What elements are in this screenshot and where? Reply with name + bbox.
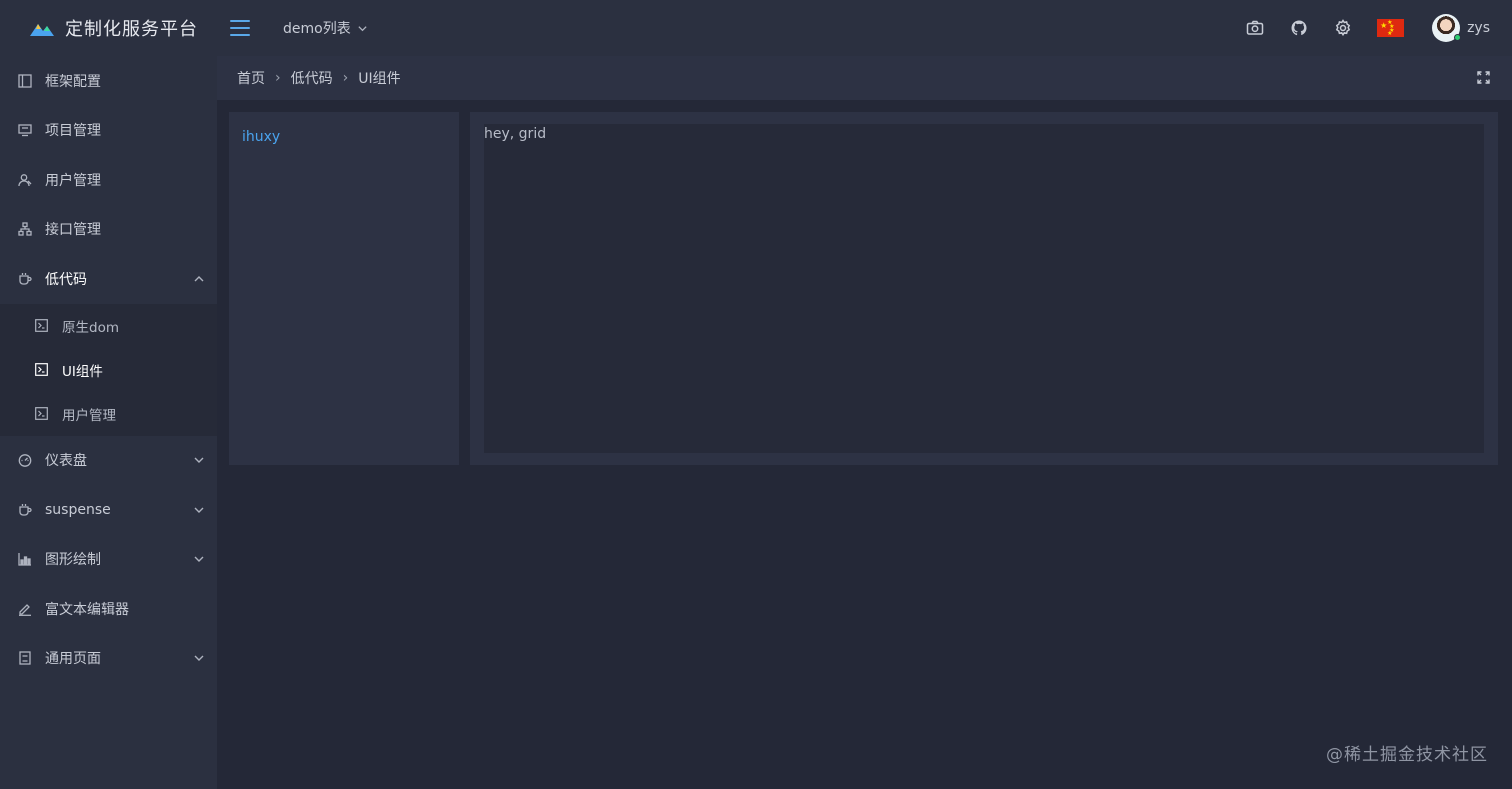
breadcrumb-separator: › [342,70,349,86]
header-actions: ★ ★ ★ ★ ★ zys [1221,0,1490,56]
sidebar-item-graphics[interactable]: 图形绘制 [0,535,217,585]
avatar[interactable] [1432,14,1462,42]
breadcrumb-item-home[interactable]: 首页 [237,68,265,88]
sidebar-item-common-pages[interactable]: 通用页面 [0,634,217,684]
github-icon[interactable] [1289,18,1309,38]
cup-icon [18,272,32,286]
fullscreen-icon[interactable] [1477,71,1490,84]
sidebar-subitem-native-dom[interactable]: 原生dom [0,304,217,348]
sidebar-subitem-label: UI组件 [62,363,103,380]
sidebar-item-label: suspense [45,501,111,518]
sidebar-item-dashboard[interactable]: 仪表盘 [0,436,217,486]
layout-icon [18,74,32,88]
chevron-up-icon [193,273,205,285]
sidebar-item-label: 通用页面 [45,651,101,668]
china-flag-icon[interactable]: ★ ★ ★ ★ ★ [1377,19,1405,37]
menu-toggle-icon[interactable] [230,20,250,36]
sidebar-item-label: 项目管理 [45,123,101,140]
demo-list-label: demo列表 [283,21,351,37]
sidebar-item-label: 仪表盘 [45,453,87,470]
terminal-icon [35,319,48,332]
brand-title: 定制化服务平台 [65,19,198,40]
watermark: @稀土掘金技术社区 [1326,745,1488,765]
sidebar: 定制化服务平台 框架配置 项目管理 用户管理 接口管理 低代码 原生dom UI… [0,0,217,789]
pen-icon [18,602,32,616]
grid-area: hey, grid [484,124,1484,453]
left-panel: ihuxy [229,112,459,465]
chevron-down-icon [193,652,205,664]
sidebar-item-label: 低代码 [45,271,87,288]
sidebar-item-label: 用户管理 [45,172,101,189]
app-root: 定制化服务平台 框架配置 项目管理 用户管理 接口管理 低代码 原生dom UI… [0,0,1512,789]
terminal-icon [35,407,48,420]
sidebar-subitem-label: 用户管理 [62,407,116,424]
sidebar-menu: 框架配置 项目管理 用户管理 接口管理 低代码 原生dom UI组件 用户管理 … [0,56,217,683]
online-status-dot [1454,34,1462,41]
breadcrumb: 首页 › 低代码 › UI组件 [217,56,1512,100]
top-header: demo列表 ★ ★ ★ ★ ★ zys [217,0,1512,56]
grid-panel: hey, grid [470,112,1498,465]
camera-icon[interactable] [1245,18,1265,38]
terminal-icon [35,363,48,376]
chart-icon [18,552,32,566]
sidebar-subitem-label: 原生dom [62,319,119,336]
sidebar-item-label: 接口管理 [45,222,101,239]
sidebar-item-user-management[interactable]: 用户管理 [0,155,217,205]
breadcrumb-item-current: UI组件 [358,71,401,87]
chevron-down-icon [358,25,367,31]
sidebar-submenu-low-code: 原生dom UI组件 用户管理 [0,303,217,436]
sidebar-item-low-code[interactable]: 低代码 [0,254,217,304]
grid-text: hey, grid [484,126,547,142]
cup-icon [18,503,32,517]
breadcrumb-item-low-code[interactable]: 低代码 [291,68,333,88]
sidebar-item-api-management[interactable]: 接口管理 [0,205,217,255]
demo-list-dropdown[interactable]: demo列表 [283,18,368,38]
sidebar-item-label: 框架配置 [45,73,101,90]
network-icon [18,222,32,236]
chevron-down-icon [193,454,205,466]
breadcrumb-separator: › [275,70,281,86]
users-icon [18,173,32,187]
sidebar-item-rich-text-editor[interactable]: 富文本编辑器 [0,584,217,634]
sidebar-item-label: 富文本编辑器 [45,601,129,618]
mountain-logo-icon [30,24,54,36]
chevron-down-icon [193,553,205,565]
sidebar-item-suspense[interactable]: suspense [0,485,217,535]
sidebar-item-project-management[interactable]: 项目管理 [0,106,217,156]
submenu: 原生dom UI组件 用户管理 [0,303,217,436]
username[interactable]: zys [1467,20,1490,36]
brand[interactable]: 定制化服务平台 [0,0,217,56]
monitor-icon [18,123,32,137]
sidebar-item-label: 图形绘制 [45,552,101,569]
sidebar-item-framework-config[interactable]: 框架配置 [0,56,217,106]
sidebar-subitem-ui-components[interactable]: UI组件 [0,348,217,392]
ihuxy-link[interactable]: ihuxy [242,129,280,145]
page-icon [18,651,32,665]
sidebar-subitem-user-management[interactable]: 用户管理 [0,392,217,436]
chevron-down-icon [193,504,205,516]
gear-icon[interactable] [1333,18,1353,38]
gauge-icon [18,453,32,468]
